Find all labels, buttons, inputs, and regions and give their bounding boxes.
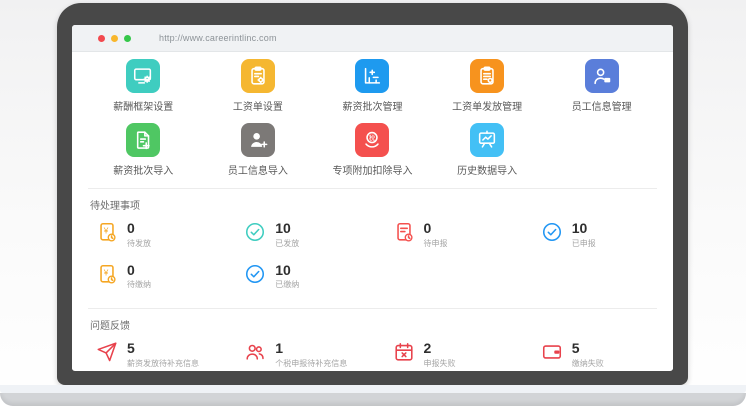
stat-label: 已申报 — [572, 238, 596, 249]
stat-label: 个税申报待补充信息 — [275, 358, 347, 369]
stat-value: 0 — [127, 221, 151, 236]
report-clock-icon — [393, 221, 415, 243]
stat-label: 待发放 — [127, 238, 151, 249]
app-label: 薪资批次导入 — [86, 162, 201, 177]
app-tile-special-deduction-import[interactable]: 税 专项附加扣除导入 — [315, 123, 430, 177]
batch-chart-icon — [361, 65, 383, 87]
clipboard-list-icon — [476, 65, 498, 87]
app-label: 历史数据导入 — [430, 162, 545, 177]
stat-value: 2 — [424, 341, 456, 356]
browser-chrome: http://www.careerintlinc.com — [72, 25, 673, 52]
stat-value: 5 — [127, 341, 199, 356]
svg-text:¥: ¥ — [103, 268, 109, 277]
check-circle-icon — [541, 221, 563, 243]
feedback-stats: 5 薪资发放待补充信息 — [76, 334, 669, 371]
invoice-yen-clock-icon: ¥ — [96, 221, 118, 243]
check-circle-icon — [244, 221, 266, 243]
feedback-declaration-failed[interactable]: 2 申报失败 — [373, 334, 521, 371]
stat-value: 1 — [275, 341, 347, 356]
monitor-gear-icon — [132, 65, 154, 87]
laptop-base-hinge — [0, 385, 746, 393]
app-tile-salary-batch-import[interactable]: 薪资批次导入 — [86, 123, 201, 177]
url-text[interactable]: http://www.careerintlinc.com — [159, 33, 277, 43]
maximize-window-dot[interactable] — [124, 35, 131, 42]
app-label: 薪酬框架设置 — [86, 98, 201, 113]
stat-label: 缴纳失败 — [572, 358, 604, 369]
calendar-fail-icon — [393, 341, 415, 363]
app-label: 薪资批次管理 — [315, 98, 430, 113]
feedback-tax-info-missing[interactable]: 1 个税申报待补充信息 — [224, 334, 372, 371]
stat-value: 0 — [127, 263, 151, 278]
stat-label: 待申报 — [424, 238, 448, 249]
app-label: 专项附加扣除导入 — [315, 162, 430, 177]
app-tile-employee-info-import[interactable]: 员工信息导入 — [201, 123, 316, 177]
paper-plane-icon — [96, 341, 118, 363]
stat-value: 10 — [275, 221, 299, 236]
app-label: 员工信息管理 — [544, 98, 659, 113]
stat-label: 已缴纳 — [275, 279, 299, 290]
laptop-screen: http://www.careerintlinc.com — [72, 25, 673, 371]
stat-label: 待缴纳 — [127, 279, 151, 290]
stat-to-be-paid[interactable]: ¥ 0 待发放 — [76, 214, 224, 256]
person-add-icon — [247, 129, 269, 151]
close-window-dot[interactable] — [98, 35, 105, 42]
page-background: http://www.careerintlinc.com — [0, 0, 746, 406]
laptop-bezel: http://www.careerintlinc.com — [57, 3, 688, 385]
stat-declared[interactable]: 10 已申报 — [521, 214, 669, 256]
stat-value: 0 — [424, 221, 448, 236]
stat-paid[interactable]: 10 已发放 — [224, 214, 372, 256]
invoice-yen-clock-icon: ¥ — [96, 263, 118, 285]
stat-value: 10 — [275, 263, 299, 278]
stat-label: 薪资发放待补充信息 — [127, 358, 199, 369]
svg-text:¥: ¥ — [103, 226, 109, 235]
laptop-base — [0, 393, 746, 406]
stat-label: 申报失败 — [424, 358, 456, 369]
stat-to-be-remitted[interactable]: ¥ 0 待缴纳 — [76, 256, 224, 298]
svg-text:税: 税 — [369, 133, 376, 142]
app-label: 工资单发放管理 — [430, 98, 545, 113]
app-tile-salary-framework-setup[interactable]: 薪酬框架设置 — [86, 59, 201, 113]
feedback-salary-info-missing[interactable]: 5 薪资发放待补充信息 — [76, 334, 224, 371]
feedback-remittance-failed[interactable]: 5 缴纳失败 — [521, 334, 669, 371]
app-label: 工资单设置 — [201, 98, 316, 113]
app-label: 员工信息导入 — [201, 162, 316, 177]
stat-label: 已发放 — [275, 238, 299, 249]
app-tile-history-data-import[interactable]: 历史数据导入 — [430, 123, 545, 177]
feedback-section-title: 问题反馈 — [76, 309, 669, 334]
check-circle-icon — [244, 263, 266, 285]
stat-to-be-declared[interactable]: 0 待申报 — [373, 214, 521, 256]
minimize-window-dot[interactable] — [111, 35, 118, 42]
stat-value: 10 — [572, 221, 596, 236]
document-plus-icon — [132, 129, 154, 151]
wallet-fail-icon — [541, 341, 563, 363]
app-tile-payslip-setup[interactable]: 工资单设置 — [201, 59, 316, 113]
pending-stats: ¥ 0 待发放 — [76, 214, 669, 297]
app-tile-salary-batch-management[interactable]: 薪资批次管理 — [315, 59, 430, 113]
app-grid: 薪酬框架设置 工资单设置 — [76, 52, 669, 177]
stat-value: 5 — [572, 341, 604, 356]
stat-remitted[interactable]: 10 已缴纳 — [224, 256, 372, 298]
clipboard-gear-icon — [247, 65, 269, 87]
app-tile-payslip-distribution[interactable]: 工资单发放管理 — [430, 59, 545, 113]
presentation-chart-icon — [476, 129, 498, 151]
people-icon — [244, 341, 266, 363]
tax-hand-icon: 税 — [361, 129, 383, 151]
app-tile-employee-info-management[interactable]: 员工信息管理 — [544, 59, 659, 113]
dashboard-content: 薪酬框架设置 工资单设置 — [72, 52, 673, 370]
employee-card-icon — [591, 65, 613, 87]
pending-section-title: 待处理事项 — [76, 189, 669, 214]
